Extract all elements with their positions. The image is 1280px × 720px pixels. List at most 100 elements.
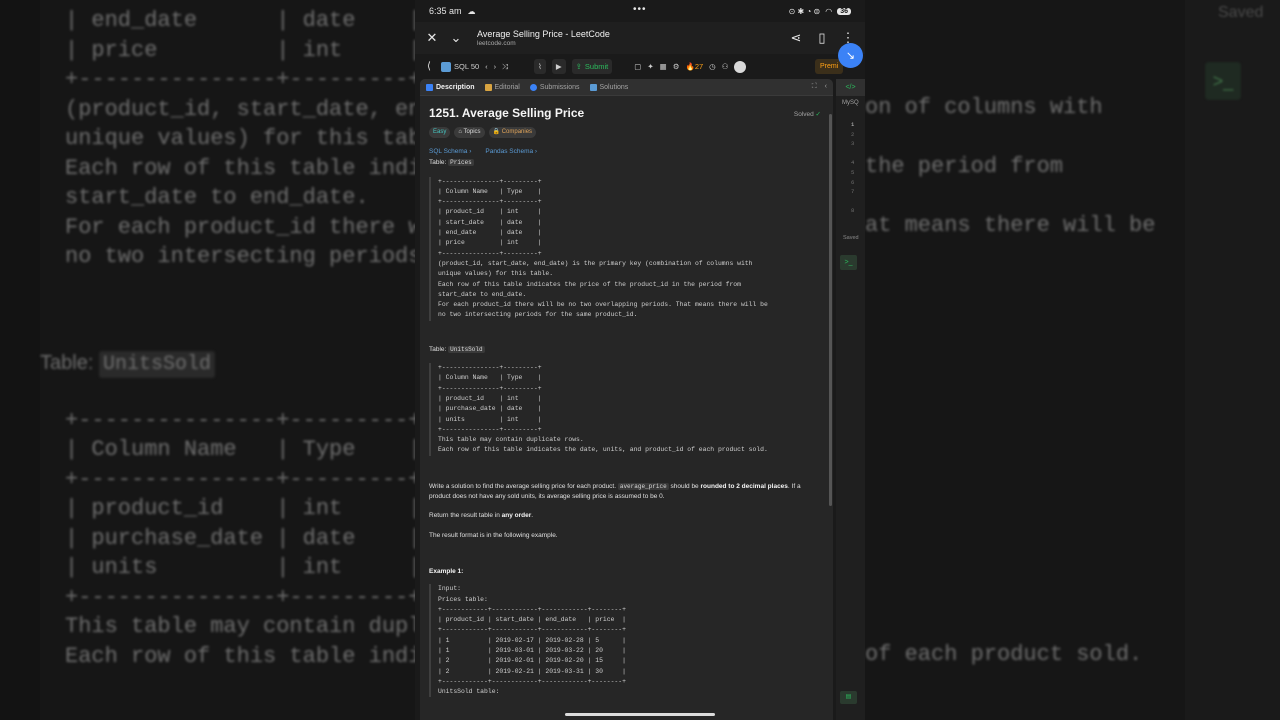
solved-label: Solved	[793, 111, 814, 118]
chevron-down-icon[interactable]: ⌄	[447, 29, 465, 47]
debug-button[interactable]: ⌇	[534, 59, 546, 74]
sparkle-icon[interactable]: ✦	[647, 62, 653, 71]
tab-editorial[interactable]: Editorial	[484, 83, 520, 91]
companies-chip[interactable]: 🔒 Companies	[488, 127, 537, 138]
sql-schema-link[interactable]: SQL Schema ›	[429, 147, 471, 157]
submissions-icon	[529, 83, 537, 91]
notes-icon[interactable]: ▢	[634, 62, 641, 71]
upload-icon: ⇪	[575, 62, 582, 71]
status-glyphs: ⊙ ✱ ◔ ⊜	[788, 6, 821, 16]
task-code: average_price	[617, 482, 669, 490]
line-number: 7	[851, 188, 855, 196]
status-icons: ⊙ ✱ ◔ ⊜ ◠ 36	[789, 7, 851, 16]
difficulty-badge[interactable]: Easy	[429, 127, 451, 138]
timer-icon[interactable]: ◷	[709, 62, 716, 71]
background-right-text: on of columns with the period from at me…	[865, 0, 1185, 720]
shuffle-icon[interactable]: ⤨	[502, 62, 508, 72]
table1-name: Prices	[448, 159, 474, 167]
bg-line: | units | int |	[65, 555, 422, 580]
topics-chip[interactable]: ⌂ Topics	[454, 127, 485, 138]
code-editor-strip: </> MySQ 1 2 3 4 5 6 7 8 Saved >_ ▤	[836, 79, 865, 720]
task-text-1: Write a solution to find the average sel…	[429, 482, 617, 490]
line-number	[851, 149, 854, 159]
tab-description[interactable]: Description	[426, 83, 475, 91]
close-icon[interactable]: ✕	[423, 29, 441, 47]
bg-table-label-text: Table:	[40, 352, 94, 374]
editor-saved-status: Saved	[843, 235, 859, 241]
code-icon[interactable]: </>	[836, 79, 865, 96]
gesture-home-bar[interactable]	[565, 713, 715, 716]
settings-gear-icon[interactable]: ⚙	[673, 62, 680, 71]
streak-count: 27	[694, 62, 704, 71]
solved-status: Solved ✓	[794, 110, 821, 120]
prev-icon[interactable]: ‹	[485, 62, 488, 71]
next-icon[interactable]: ›	[494, 62, 497, 71]
tab-solutions[interactable]: Solutions	[589, 83, 628, 91]
tab-editorial-label: Editorial	[494, 83, 520, 91]
lock-icon: 🔒	[492, 129, 501, 135]
assistant-fab-icon[interactable]: ↘	[838, 43, 863, 68]
prices-schema-block: +---------------+---------+ | Column Nam…	[429, 176, 824, 321]
line-number	[851, 197, 854, 207]
line-number: 2	[851, 130, 855, 138]
bg-line: +---------------+---------+	[65, 408, 422, 433]
check-circle-icon: ✓	[815, 111, 821, 118]
expand-icon[interactable]: ⛶	[812, 83, 817, 91]
run-button[interactable]: ▶	[551, 59, 566, 74]
background-left-edge	[0, 0, 40, 720]
sql50-button[interactable]: SQL 50	[441, 61, 479, 72]
more-dots-icon[interactable]: •••	[633, 4, 647, 15]
bookmark-icon[interactable]: ▯	[813, 29, 831, 47]
bg-line: | end_date | date |	[65, 8, 422, 33]
submit-label: Submit	[584, 62, 609, 71]
bg-line: unique values) for this tabl	[65, 126, 435, 151]
streak-counter[interactable]: 🔥27	[685, 62, 703, 71]
sql50-icon	[441, 61, 451, 72]
bg-line: | product_id | int |	[65, 496, 422, 521]
share-icon[interactable]: ⋖	[787, 29, 805, 47]
bg-line: Each row of this table indic	[65, 644, 435, 669]
line-number: 1	[851, 121, 855, 128]
problem-content: 1251. Average Selling Price Solved ✓ Eas…	[420, 96, 833, 720]
page-titles: Average Selling Price - LeetCode leetcod…	[477, 29, 610, 47]
tab-submissions[interactable]: Submissions	[529, 83, 580, 91]
submit-button[interactable]: ⇪ Submit	[571, 59, 613, 74]
bg-line: This table may contain dupli	[65, 614, 435, 639]
collapse-icon[interactable]: ‹	[825, 83, 827, 91]
solutions-icon	[589, 83, 597, 91]
pandas-schema-link[interactable]: Pandas Schema ›	[485, 147, 537, 157]
language-label[interactable]: MySQ	[836, 100, 865, 106]
table2-label: Table:	[429, 345, 447, 353]
add-person-icon[interactable]: ⚇	[722, 62, 729, 71]
console-toggle-icon[interactable]: ▤	[840, 691, 857, 704]
leetcode-logo-icon[interactable]: ⟨	[423, 61, 435, 73]
table1-label: Table:	[429, 159, 447, 167]
line-number: 3	[851, 140, 855, 148]
phone-screen: 6:35 am ☁ ••• ⊙ ✱ ◔ ⊜ ◠ 36 ✕ ⌄ Average S…	[415, 0, 865, 720]
bg-line: at means there will be	[865, 213, 1156, 238]
problem-title: 1251. Average Selling Price	[429, 106, 585, 120]
bg-table-code: UnitsSold	[98, 351, 215, 378]
avatar[interactable]	[734, 60, 747, 73]
panel-scrollbar[interactable]	[829, 114, 832, 506]
status-bar: 6:35 am ☁ ••• ⊙ ✱ ◔ ⊜ ◠ 36	[415, 0, 865, 22]
browser-app-bar: ✕ ⌄ Average Selling Price - LeetCode lee…	[415, 22, 865, 54]
terminal-icon[interactable]: >_	[840, 255, 857, 270]
line-number: 6	[851, 178, 855, 186]
background-saved-text: Saved	[1218, 4, 1264, 21]
battery-badge: 36	[837, 7, 851, 15]
bg-line: | price | int |	[65, 38, 422, 63]
page-url: leetcode.com	[477, 40, 516, 47]
problem-chips: Easy ⌂ Topics 🔒 Companies	[429, 127, 824, 138]
return-text-1: Return the result table in	[429, 512, 500, 520]
bg-line: no two intersecting periods	[65, 244, 422, 269]
unitssold-schema-block: +---------------+---------+ | Column Nam…	[429, 363, 824, 456]
bg-line: (product_id, start_date, end	[65, 97, 435, 122]
tab-description-label: Description	[436, 83, 475, 91]
bg-line: the period from	[865, 154, 1064, 179]
bg-line: Each row of this table indic	[65, 156, 435, 181]
pandas-schema-label: Pandas Schema	[485, 148, 534, 155]
bg-line: start_date to end_date.	[65, 185, 369, 210]
layout-icon[interactable]: ▦	[660, 62, 667, 71]
format-paragraph: The result format is in the following ex…	[429, 531, 558, 539]
